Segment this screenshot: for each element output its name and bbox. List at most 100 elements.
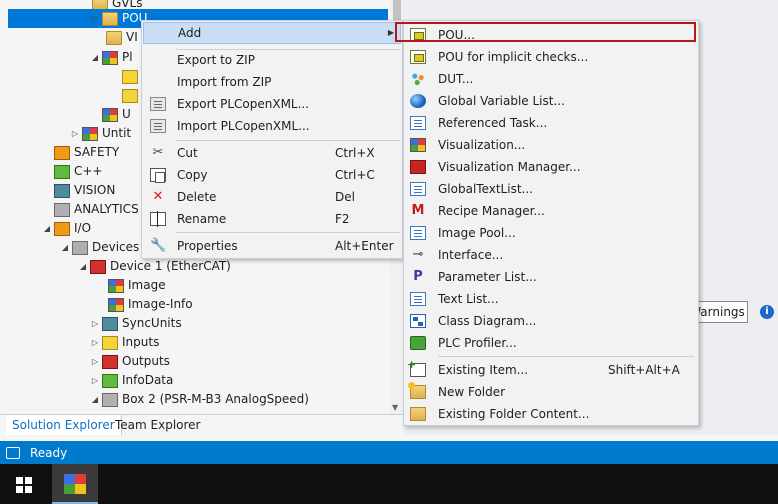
scroll-down-icon[interactable]: ▼	[392, 403, 398, 412]
chevron-right-icon[interactable]: ▷	[68, 124, 82, 143]
tree-node-io[interactable]: ◢ I/O	[40, 219, 91, 238]
analytics-icon	[54, 202, 70, 217]
tree-node-untitled[interactable]: ▷ Untit	[68, 124, 131, 143]
chevron-right-icon[interactable]: ▷	[88, 352, 102, 371]
submenu-item-interface[interactable]: ⊸ Interface...	[405, 244, 699, 266]
copy-icon	[150, 168, 166, 183]
cpp-icon	[54, 164, 70, 179]
chevron-right-icon[interactable]: ▷	[88, 371, 102, 390]
class-diagram-icon	[410, 314, 426, 328]
submenu-item-plc-profiler[interactable]: PLC Profiler...	[405, 332, 699, 354]
taskbar	[0, 464, 778, 504]
vision-icon	[54, 183, 70, 198]
tree-node-cpp[interactable]: C++	[54, 162, 103, 181]
image-icon	[108, 278, 124, 293]
tab-team-explorer[interactable]: Team Explorer	[109, 415, 207, 435]
status-text: Ready	[30, 445, 68, 460]
menu-item-copy[interactable]: Copy Ctrl+C	[143, 164, 401, 186]
interface-icon: ⊸	[412, 247, 424, 262]
menu-item-delete[interactable]: ✕ Delete Del	[143, 186, 401, 208]
menu-separator	[176, 140, 400, 141]
tree-node-safety[interactable]: SAFETY	[54, 143, 119, 162]
menu-item-cut[interactable]: ✂ Cut Ctrl+X	[143, 142, 401, 164]
tree-node-analytics[interactable]: ANALYTICS	[54, 200, 139, 219]
submenu-item-visualization-manager[interactable]: Visualization Manager...	[405, 156, 699, 178]
tree-node-inputs[interactable]: ▷ Inputs	[88, 333, 159, 352]
chevron-down-icon[interactable]: ◢	[40, 219, 54, 238]
submenu-item-class-diagram[interactable]: Class Diagram...	[405, 310, 699, 332]
submenu-item-referenced-task[interactable]: Referenced Task...	[405, 112, 699, 134]
dut-icon	[410, 72, 426, 86]
tree-node-image[interactable]: Image	[108, 276, 166, 295]
chevron-down-icon[interactable]: ◢	[88, 390, 102, 409]
chevron-right-icon[interactable]: ▷	[88, 314, 102, 333]
menu-separator	[176, 232, 400, 233]
menu-item-import-zip[interactable]: Import from ZIP	[143, 71, 401, 93]
folder-icon	[106, 30, 122, 45]
submenu-item-visualization[interactable]: Visualization...	[405, 134, 699, 156]
submenu-item-text-list[interactable]: Text List...	[405, 288, 699, 310]
submenu-item-parameter-list[interactable]: P Parameter List...	[405, 266, 699, 288]
box-icon	[102, 392, 118, 407]
menu-item-export-plcopenxml[interactable]: Export PLCopenXML...	[143, 93, 401, 115]
taskbar-app-twincat[interactable]	[52, 464, 98, 504]
tree-node-syncunits[interactable]: ▷ SyncUnits	[88, 314, 182, 333]
notification-icon[interactable]	[6, 446, 20, 459]
twincat-logo-icon	[64, 474, 86, 494]
explorer-tabs: Solution Explorer Team Explorer	[0, 414, 404, 435]
menu-item-import-plcopenxml[interactable]: Import PLCopenXML...	[143, 115, 401, 137]
chevron-down-icon[interactable]: ◢	[88, 48, 102, 67]
submenu-item-pou-implicit-checks[interactable]: POU for implicit checks...	[405, 46, 699, 68]
task-icon	[122, 88, 138, 103]
submenu-item-gvl[interactable]: Global Variable List...	[405, 90, 699, 112]
tree-node-vision[interactable]: VISION	[54, 181, 115, 200]
existing-item-icon	[407, 358, 426, 377]
chevron-right-icon[interactable]: ▷	[88, 9, 102, 28]
devices-icon	[72, 240, 88, 255]
tree-node-image-info[interactable]: Image-Info	[108, 295, 193, 314]
textlist-icon	[410, 182, 426, 196]
submenu-item-recipe-manager[interactable]: M Recipe Manager...	[405, 200, 699, 222]
parameter-list-icon: P	[413, 269, 423, 284]
globe-icon	[410, 94, 426, 108]
folder-icon	[102, 11, 118, 26]
tree-node-pl[interactable]: ◢ Pl	[88, 48, 133, 67]
menu-item-rename[interactable]: Rename F2	[143, 208, 401, 230]
start-button[interactable]	[0, 464, 48, 504]
tree-node-devices[interactable]: ◢ Devices	[58, 238, 139, 257]
ethercat-icon	[90, 259, 106, 274]
tab-solution-explorer[interactable]: Solution Explorer	[6, 415, 122, 435]
tree-node-task-b[interactable]	[122, 86, 142, 105]
menu-item-export-zip[interactable]: Export to ZIP	[143, 49, 401, 71]
blank-icon	[150, 75, 166, 89]
submenu-item-dut[interactable]: DUT...	[405, 68, 699, 90]
tree-node-device1[interactable]: ◢ Device 1 (EtherCAT)	[76, 257, 231, 276]
chevron-right-icon[interactable]: ▷	[88, 333, 102, 352]
tree-node-vi[interactable]: VI	[106, 28, 138, 47]
windows-logo-icon	[16, 477, 32, 493]
menu-separator	[438, 356, 694, 357]
menu-item-properties[interactable]: 🔧 Properties Alt+Enter	[143, 235, 401, 257]
task-icon	[122, 69, 138, 84]
tree-node-infodata[interactable]: ▷ InfoData	[88, 371, 173, 390]
inputs-icon	[102, 335, 118, 350]
rename-icon	[150, 211, 166, 227]
chevron-down-icon[interactable]: ◢	[76, 257, 90, 276]
new-folder-icon	[408, 382, 426, 399]
chevron-down-icon[interactable]: ◢	[58, 238, 72, 257]
highlight-box	[395, 22, 696, 42]
info-icon[interactable]: i	[760, 305, 774, 319]
menu-item-add[interactable]: Add ▶	[143, 22, 401, 44]
add-submenu: POU... POU for implicit checks... DUT...…	[403, 20, 699, 426]
submenu-item-existing-folder-content[interactable]: Existing Folder Content...	[405, 403, 699, 425]
safety-icon	[54, 145, 70, 160]
submenu-item-existing-item[interactable]: Existing Item... Shift+Alt+A	[405, 358, 699, 381]
submenu-item-globaltextlist[interactable]: GlobalTextList...	[405, 178, 699, 200]
submenu-item-image-pool[interactable]: Image Pool...	[405, 222, 699, 244]
tree-node-box2[interactable]: ◢ Box 2 (PSR-M-B3 AnalogSpeed)	[88, 390, 309, 409]
plc-icon	[102, 50, 118, 65]
tree-node-u[interactable]: U	[102, 105, 131, 124]
tree-node-outputs[interactable]: ▷ Outputs	[88, 352, 170, 371]
submenu-item-new-folder[interactable]: New Folder	[405, 381, 699, 403]
tree-node-task-a[interactable]	[122, 67, 142, 86]
